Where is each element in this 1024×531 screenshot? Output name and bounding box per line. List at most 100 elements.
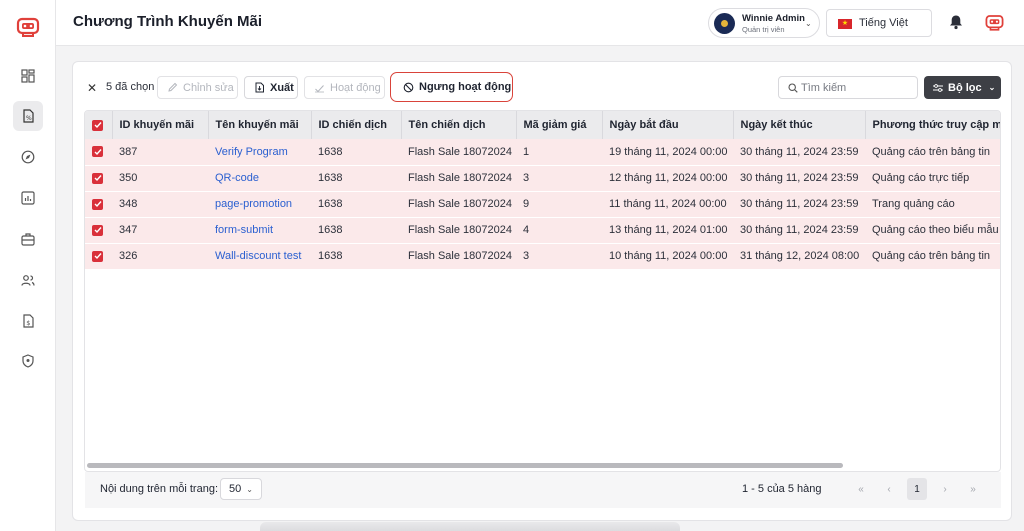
first-page-button[interactable]: « — [851, 478, 871, 500]
table-row[interactable]: 387 Verify Program 1638 Flash Sale 18072024… — [85, 139, 1000, 166]
column-header[interactable]: Mã giảm giá — [516, 111, 603, 139]
activate-button[interactable]: Hoạt động — [304, 76, 385, 99]
table-row[interactable]: 326 Wall-discount test 1638 Flash Sale 1807… — [85, 243, 1000, 270]
page-title: Chương Trình Khuyến Mãi — [73, 13, 263, 30]
vietnam-flag-icon: ★ — [838, 19, 852, 29]
pagination-range: 1 - 5 của 5 hàng — [742, 483, 822, 495]
promotion-id-cell: 347 — [112, 217, 208, 244]
row-checkbox[interactable] — [92, 146, 103, 158]
table-row[interactable]: 348 page-promotion 1638 Flash Sale 18072024… — [85, 191, 1000, 218]
start-date-cell: 13 tháng 11, 2024 01:00 — [602, 217, 733, 244]
column-header[interactable]: Phương thức truy cập mã — [865, 111, 1000, 139]
last-page-button[interactable]: » — [963, 478, 983, 500]
campaign-name-cell: Flash Sale 18072024 — [401, 217, 516, 244]
per-page-value: 50 — [229, 483, 242, 495]
promotion-name-link[interactable]: Verify Program — [208, 139, 311, 166]
sidebar-item-promotions[interactable]: % — [13, 101, 43, 131]
robot-assistant-icon[interactable] — [984, 12, 1005, 33]
promotion-name-link[interactable]: form-submit — [208, 217, 311, 244]
sidebar-item-campaigns[interactable] — [13, 142, 43, 172]
user-menu[interactable]: Winnie Admin Quản trị viên ⌄ — [708, 8, 820, 38]
column-header[interactable]: Tên khuyến mãi — [208, 111, 312, 139]
column-header[interactable]: ID chiến dịch — [311, 111, 402, 139]
sidebar-item-dashboard[interactable] — [13, 61, 43, 91]
sidebar-item-reports[interactable] — [13, 183, 43, 213]
search-input[interactable] — [801, 80, 913, 96]
row-select-cell[interactable] — [85, 139, 112, 166]
voucher-count-cell: 1 — [516, 139, 602, 166]
search-icon — [788, 83, 798, 93]
campaign-name-cell: Flash Sale 18072024 — [401, 243, 516, 270]
page-number-current[interactable]: 1 — [907, 478, 927, 500]
column-header[interactable]: Ngày kết thúc — [733, 111, 866, 139]
campaign-id-cell: 1638 — [311, 217, 401, 244]
promotion-document-icon: % — [23, 109, 34, 123]
promotion-table: ID khuyến mãi Tên khuyến mãi ID chiến dị… — [84, 110, 1001, 472]
promotion-id-cell: 387 — [112, 139, 208, 166]
edit-label: Chỉnh sửa — [183, 81, 234, 94]
row-checkbox[interactable] — [92, 250, 103, 262]
check-icon — [315, 85, 324, 93]
select-all-checkbox[interactable] — [92, 119, 103, 131]
end-date-cell: 30 tháng 11, 2024 23:59 — [733, 139, 865, 166]
clear-selection-button[interactable]: ✕ — [87, 81, 97, 95]
top-header: Chương Trình Khuyến Mãi Winnie Admin Quả… — [56, 0, 1024, 46]
access-method-cell: Quảng cáo theo biểu mẫu — [865, 217, 1000, 244]
deactivate-button[interactable]: Ngưng hoạt động — [390, 72, 513, 102]
dashboard-icon — [21, 69, 35, 83]
column-header[interactable]: ID khuyến mãi — [112, 111, 209, 139]
row-checkbox[interactable] — [92, 224, 103, 236]
avatar — [714, 13, 735, 34]
robot-logo-icon[interactable] — [15, 14, 41, 40]
table-row[interactable]: 350 QR-code 1638 Flash Sale 18072024 3 12 thá… — [85, 165, 1000, 192]
table-header-row: ID khuyến mãi Tên khuyến mãi ID chiến dị… — [85, 111, 1000, 139]
table-row[interactable]: 347 form-submit 1638 Flash Sale 18072024 4 13… — [85, 217, 1000, 244]
users-icon — [21, 275, 35, 286]
promotion-name-link[interactable]: Wall-discount test — [208, 243, 311, 270]
select-all-cell[interactable] — [85, 111, 113, 139]
column-header[interactable]: Tên chiến dịch — [401, 111, 517, 139]
language-selector[interactable]: ★ Tiếng Việt — [826, 9, 932, 37]
row-select-cell[interactable] — [85, 165, 112, 192]
user-name: Winnie Admin — [742, 13, 805, 24]
campaign-name-cell: Flash Sale 18072024 — [401, 165, 516, 192]
per-page-select[interactable]: 50 ⌄ — [220, 478, 262, 500]
sidebar-item-business[interactable] — [13, 224, 43, 254]
edit-button[interactable]: Chỉnh sửa — [157, 76, 238, 99]
promotion-id-cell: 348 — [112, 191, 208, 218]
sidebar-item-invoices[interactable]: $ — [13, 306, 43, 336]
compass-icon — [21, 150, 35, 164]
next-page-button[interactable]: › — [935, 478, 955, 500]
row-select-cell[interactable] — [85, 217, 112, 244]
row-select-cell[interactable] — [85, 191, 112, 218]
invoice-icon: $ — [23, 314, 34, 328]
end-date-cell: 31 tháng 12, 2024 08:00 — [733, 243, 865, 270]
access-method-cell: Quảng cáo trên bảng tin — [865, 243, 1000, 270]
sidebar-item-security[interactable] — [13, 346, 43, 376]
language-label: Tiếng Việt — [859, 17, 908, 29]
row-select-cell[interactable] — [85, 243, 112, 270]
row-checkbox[interactable] — [92, 198, 103, 210]
promotion-name-link[interactable]: page-promotion — [208, 191, 311, 218]
prev-page-button[interactable]: ‹ — [879, 478, 899, 500]
chevron-down-icon: ⌄ — [805, 19, 812, 28]
chevron-down-icon: ⌄ — [246, 484, 253, 494]
chevron-down-icon: ⌄ — [988, 83, 996, 92]
voucher-count-cell: 3 — [516, 243, 602, 270]
filter-button[interactable]: Bộ lọc ⌄ — [924, 76, 1001, 99]
export-button[interactable]: Xuất — [244, 76, 298, 99]
column-header[interactable]: Ngày bắt đầu — [602, 111, 734, 139]
promotion-name-link[interactable]: QR-code — [208, 165, 311, 192]
shield-icon — [22, 354, 34, 368]
sidebar-item-users[interactable] — [13, 265, 43, 295]
row-checkbox[interactable] — [92, 172, 103, 184]
svg-text:$: $ — [26, 319, 30, 327]
start-date-cell: 10 tháng 11, 2024 00:00 — [602, 243, 733, 270]
campaign-id-cell: 1638 — [311, 139, 401, 166]
voucher-count-cell: 4 — [516, 217, 602, 244]
horizontal-scrollbar[interactable] — [87, 463, 843, 468]
end-date-cell: 30 tháng 11, 2024 23:59 — [733, 217, 865, 244]
search-box[interactable] — [778, 76, 918, 99]
bell-icon[interactable] — [949, 14, 963, 30]
per-page-label: Nội dung trên mỗi trang: — [100, 483, 219, 495]
